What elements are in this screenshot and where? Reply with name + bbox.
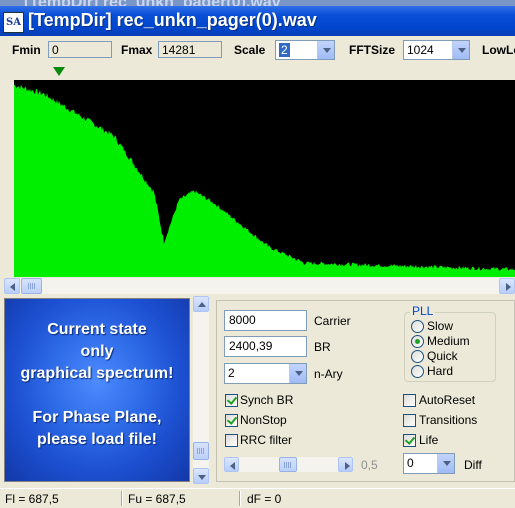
- pll-slow-label: Slow: [427, 319, 454, 333]
- pll-hard-label: Hard: [427, 364, 454, 378]
- status-fl: Fl = 687,5: [5, 492, 59, 506]
- nary-label: n-Ary: [314, 367, 343, 381]
- pll-medium-label: Medium: [427, 334, 470, 348]
- scroll-down-button[interactable]: [193, 468, 209, 484]
- phase-plane-display: Current state only graphical spectrum! F…: [4, 298, 190, 482]
- spectrum-graph[interactable]: [14, 80, 515, 277]
- slider-thumb[interactable]: [279, 457, 297, 472]
- autoreset-checkbox[interactable]: [403, 394, 416, 407]
- fmax-label: Fmax: [121, 43, 153, 57]
- br-label: BR: [314, 340, 331, 354]
- slider-left-button[interactable]: [224, 457, 239, 472]
- nonstop-checkbox[interactable]: [225, 414, 238, 427]
- rrc-filter-checkbox[interactable]: [225, 434, 238, 447]
- transitions-label: Transitions: [419, 413, 478, 427]
- synch-br-checkbox[interactable]: [225, 394, 238, 407]
- pll-hard-radio[interactable]: [411, 365, 424, 378]
- status-fu: Fu = 687,5: [128, 492, 186, 506]
- state-line-1: Current state: [47, 321, 147, 338]
- fftsize-dropdown-button[interactable]: [452, 41, 469, 59]
- nary-dropdown-button[interactable]: [289, 364, 306, 383]
- scale-selected-value: 2: [279, 43, 290, 57]
- br-input[interactable]: 2400,39: [224, 336, 307, 357]
- status-df: dF = 0: [247, 492, 282, 506]
- status-separator: [121, 491, 123, 506]
- scale-select[interactable]: 2: [275, 40, 335, 60]
- diff-selected-value: 0: [407, 456, 414, 470]
- life-checkbox[interactable]: [403, 434, 416, 447]
- rolloff-slider[interactable]: [224, 457, 353, 472]
- toolbar: Fmin 0 Fmax 14281 Scale 2 FFTSize 1024 L…: [0, 36, 515, 67]
- slider-value: 0,5: [361, 458, 378, 472]
- scroll-left-button[interactable]: [4, 278, 20, 294]
- state-line-3: graphical spectrum!: [20, 365, 174, 382]
- slider-right-button[interactable]: [338, 457, 353, 472]
- diff-dropdown-button[interactable]: [437, 454, 454, 473]
- vertical-scroll-thumb[interactable]: [193, 442, 209, 460]
- nonstop-label: NonStop: [240, 413, 287, 427]
- rrc-filter-label: RRC filter: [240, 433, 293, 447]
- pll-title: PLL: [410, 304, 436, 318]
- title-bar[interactable]: SA [TempDir] rec_unkn_pager(0).wav: [0, 6, 515, 36]
- nary-selected-value: 2: [228, 366, 235, 380]
- app-icon[interactable]: SA: [3, 12, 24, 33]
- pll-medium-radio[interactable]: [411, 335, 424, 348]
- fftsize-selected-value: 1024: [407, 43, 434, 57]
- pll-quick-label: Quick: [427, 349, 458, 363]
- window-title: [TempDir] rec_unkn_pager(0).wav: [28, 10, 317, 30]
- fftsize-select[interactable]: 1024: [403, 40, 470, 60]
- status-separator: [239, 491, 241, 506]
- status-bar: Fl = 687,5 Fu = 687,5 dF = 0: [0, 488, 515, 508]
- scroll-right-button[interactable]: [499, 278, 515, 294]
- life-label: Life: [419, 433, 439, 447]
- pll-quick-radio[interactable]: [411, 350, 424, 363]
- diff-label: Diff: [464, 458, 482, 472]
- state-line-5: For Phase Plane,: [32, 409, 162, 426]
- scroll-up-button[interactable]: [193, 296, 209, 312]
- diff-select[interactable]: 0: [403, 453, 455, 474]
- carrier-label: Carrier: [314, 314, 351, 328]
- carrier-input[interactable]: 8000: [224, 310, 307, 331]
- fftsize-label: FFTSize: [349, 43, 396, 57]
- fmin-field: 0: [48, 41, 112, 58]
- spectrum-horizontal-scrollbar[interactable]: [4, 278, 515, 294]
- state-line-2: only: [80, 343, 114, 360]
- vertical-scrollbar[interactable]: [193, 296, 209, 484]
- transitions-checkbox[interactable]: [403, 414, 416, 427]
- state-line-6: please load file!: [36, 431, 158, 448]
- pll-slow-radio[interactable]: [411, 320, 424, 333]
- horizontal-scroll-thumb[interactable]: [21, 278, 42, 294]
- autoreset-label: AutoReset: [419, 393, 476, 407]
- scale-dropdown-button[interactable]: [317, 41, 334, 59]
- scale-label: Scale: [234, 43, 266, 57]
- synch-br-label: Synch BR: [240, 393, 294, 407]
- nary-select[interactable]: 2: [224, 363, 307, 384]
- frequency-marker[interactable]: [53, 67, 65, 76]
- fmin-label: Fmin: [12, 43, 41, 57]
- lowlevel-label: LowLe: [482, 43, 515, 57]
- fmax-field: 14281: [158, 41, 222, 58]
